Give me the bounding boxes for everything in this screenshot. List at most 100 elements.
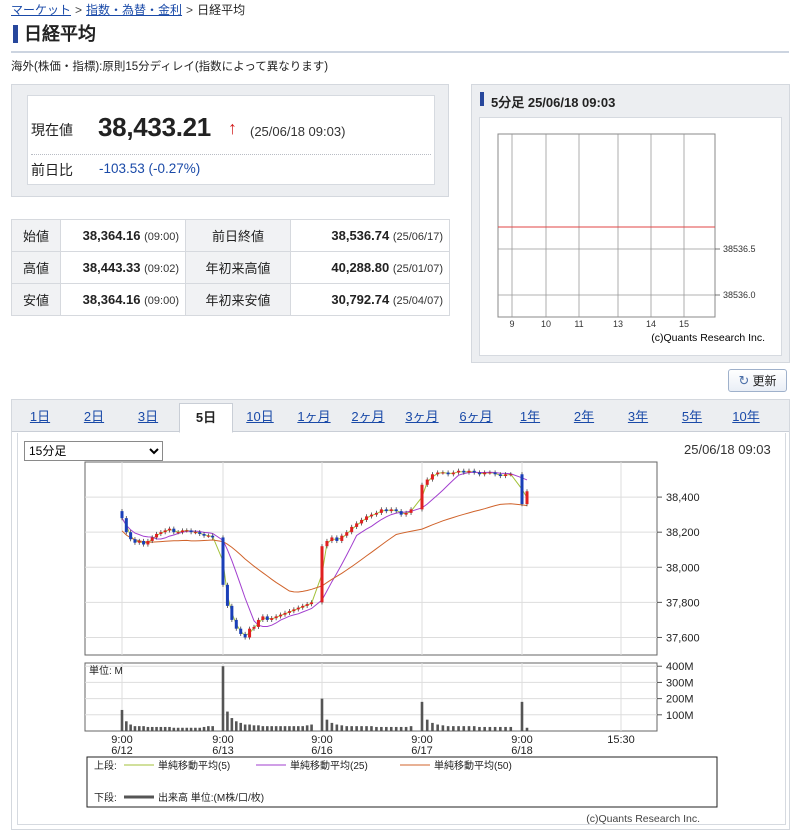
price-y-tick: 38,200 [666, 527, 700, 539]
candle-body [265, 616, 269, 620]
volume-bar [296, 726, 300, 731]
candle-body [206, 535, 210, 537]
volume-bar [340, 725, 344, 731]
volume-bar [243, 724, 247, 731]
change-label: 前日比 [31, 162, 73, 178]
candle-body [221, 537, 225, 585]
price-y-tick: 37,800 [666, 597, 700, 609]
candle-body [142, 540, 146, 545]
stats-table: 始値 38,364.16 (09:00) 前日終値 38,536.74 (25/06/… [11, 219, 450, 316]
page-title: 日経平均 [24, 24, 96, 44]
stats-time: (25/04/07) [392, 295, 443, 307]
volume-bar [230, 718, 234, 731]
tab-11[interactable]: 3年 [611, 403, 665, 431]
candle-body [230, 605, 234, 620]
tab-0[interactable]: 1日 [16, 403, 64, 431]
candle-body [256, 619, 260, 627]
stats-label: 始値 [11, 219, 61, 252]
breadcrumb-category-link[interactable]: 指数・為替・金利 [86, 3, 182, 17]
stats-time: (25/06/17) [392, 231, 443, 243]
candle-body [150, 537, 154, 541]
volume-bar [211, 726, 214, 731]
tab-13[interactable]: 10年 [719, 403, 773, 431]
tab-6[interactable]: 2ヶ月 [341, 403, 395, 431]
stats-time: (25/01/07) [392, 263, 443, 275]
candle-body [509, 474, 513, 476]
stats-time: (09:02) [144, 263, 179, 275]
volume-bar [125, 721, 128, 731]
volume-bar [292, 726, 296, 731]
candle-body [360, 519, 364, 524]
candle-body [379, 509, 383, 513]
volume-bar [335, 724, 339, 731]
volume-bar [380, 726, 383, 731]
tab-9[interactable]: 1年 [503, 403, 557, 431]
candle-body [243, 633, 247, 638]
tab-2[interactable]: 3日 [124, 403, 172, 431]
candle-body [146, 540, 150, 545]
volume-bar [404, 726, 408, 731]
stats-value: 38,536.74 (25/06/17) [290, 219, 450, 252]
tab-5[interactable]: 1ヶ月 [287, 403, 341, 431]
tab-8[interactable]: 6ヶ月 [449, 403, 503, 431]
volume-bar [478, 726, 481, 731]
volume-bar [431, 722, 434, 731]
candle-body [292, 609, 296, 612]
volume-bar [142, 726, 145, 731]
volume-bar [265, 726, 269, 731]
tab-1[interactable]: 2日 [70, 403, 118, 431]
candle-body [425, 479, 429, 485]
tab-3[interactable]: 5日 [179, 403, 233, 433]
volume-bar [365, 726, 368, 731]
price-divider [31, 154, 431, 155]
tab-7[interactable]: 3ヶ月 [395, 403, 449, 431]
intraday-y-tick: 38536.0 [723, 290, 756, 300]
stats-row: 高値 38,443.33 (09:02) 年初来高値 40,288.80 (25/01… [11, 251, 450, 284]
volume-bar [394, 726, 398, 731]
stats-label: 安値 [11, 283, 61, 316]
volume-bar [425, 719, 429, 731]
volume-bar [452, 726, 455, 731]
candle-body [430, 474, 434, 480]
candle-body [384, 509, 388, 512]
intraday-x-tick: 9 [509, 319, 514, 329]
volume-bar [150, 726, 154, 731]
volume-bar [370, 726, 373, 731]
volume-bar [159, 726, 163, 731]
title-divider [11, 51, 789, 53]
candle-body [159, 532, 163, 534]
breadcrumb-current: 日経平均 [197, 3, 246, 17]
stats-number: 38,364.16 [82, 292, 141, 307]
volume-bar [189, 727, 193, 731]
volume-bar [133, 726, 137, 731]
tab-10[interactable]: 2年 [557, 403, 611, 431]
candle-body [330, 537, 334, 541]
candle-body [189, 530, 193, 533]
candle-body [404, 512, 408, 515]
volume-bar [457, 726, 460, 731]
volume-bar [146, 726, 150, 731]
intraday-credit: (c)Quants Research Inc. [651, 332, 765, 344]
candle-body [287, 611, 291, 613]
volume-bar [436, 724, 439, 731]
delay-note: 海外(株価・指標):原則15分ディレイ(指数によって異なります) [11, 61, 329, 73]
volume-bar [350, 726, 353, 731]
candle-body [274, 616, 278, 619]
stats-row: 始値 38,364.16 (09:00) 前日終値 38,536.74 (25/06/… [11, 219, 450, 252]
breadcrumb-market-link[interactable]: マーケット [11, 3, 71, 17]
volume-bar [472, 726, 476, 731]
volume-bar [305, 725, 309, 731]
candle-body [185, 530, 189, 532]
stats-number: 38,364.16 [82, 228, 141, 243]
intraday-plot-area [497, 133, 716, 318]
volume-bar [248, 724, 251, 731]
change-value: -103.53 (-0.27%) [99, 161, 201, 176]
refresh-button[interactable]: ↻ 更新 [728, 369, 787, 392]
candle-body [498, 474, 502, 477]
legend-ma-label: 単純移動平均(25) [290, 759, 368, 772]
candle-body [472, 470, 476, 473]
tab-12[interactable]: 5年 [665, 403, 719, 431]
volume-bar [310, 724, 313, 731]
tab-4[interactable]: 10日 [233, 403, 287, 431]
stats-number: 40,288.80 [331, 260, 390, 275]
